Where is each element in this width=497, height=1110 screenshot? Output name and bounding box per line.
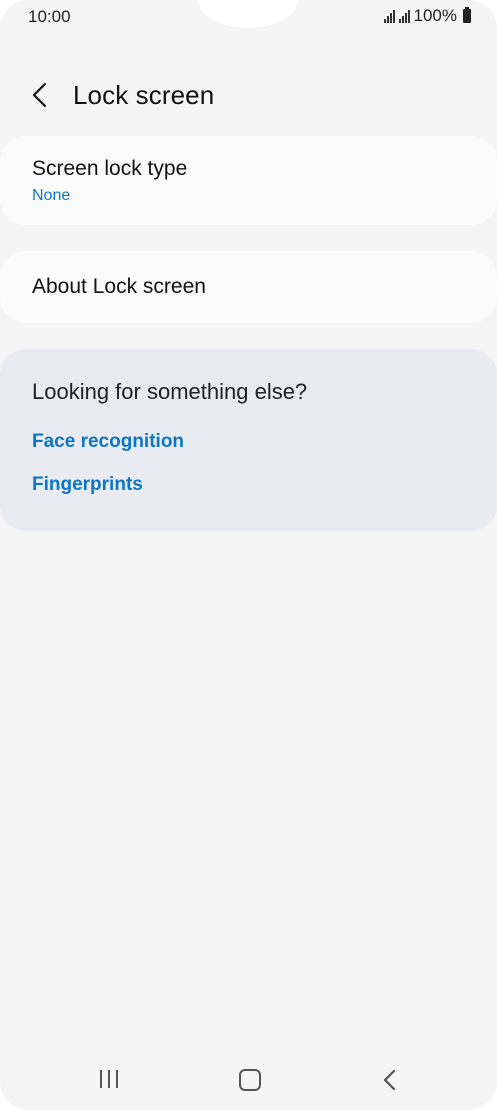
page-title: Lock screen — [73, 80, 215, 110]
battery-icon — [463, 7, 471, 23]
navigation-bar — [0, 1050, 497, 1110]
phone-screen: 10:00 100% Lock screen Screen lock type … — [0, 0, 497, 1110]
suggestions-title: Looking for something else? — [32, 379, 308, 404]
back-icon[interactable] — [380, 1069, 400, 1091]
back-button[interactable] — [26, 80, 56, 110]
face-recognition-link[interactable]: Face recognition — [32, 431, 184, 453]
status-icons: 100% — [383, 6, 471, 26]
screen-lock-type-label: Screen lock type — [32, 157, 188, 180]
signal-icon — [383, 9, 395, 23]
chevron-left-icon — [32, 82, 47, 108]
app-header: Lock screen — [0, 70, 497, 122]
about-lock-screen-item[interactable]: About Lock screen — [0, 251, 497, 323]
status-time: 10:00 — [28, 7, 71, 26]
fingerprints-link[interactable]: Fingerprints — [32, 474, 143, 496]
screen-lock-type-item[interactable]: Screen lock type None — [0, 136, 497, 225]
screen-lock-type-value: None — [32, 187, 71, 204]
recents-icon[interactable] — [100, 1070, 124, 1090]
about-lock-screen-label: About Lock screen — [32, 275, 206, 298]
suggestions-card: Looking for something else? Face recogni… — [0, 349, 497, 531]
home-icon[interactable] — [239, 1069, 261, 1091]
signal-icon — [398, 9, 410, 23]
battery-percent: 100% — [413, 6, 457, 25]
